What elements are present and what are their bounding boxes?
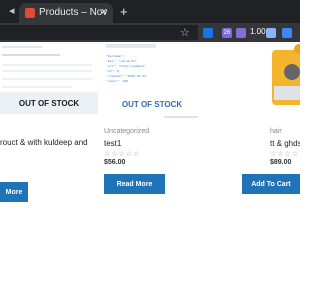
add-to-cart-button[interactable]: Add To Cart [242,174,300,194]
favicon-icon [25,8,35,18]
read-more-button[interactable]: Read More [104,174,165,194]
tab-close-icon[interactable]: × [101,6,107,18]
product-grid: OUT OF STOCK rouct & with kuldeep and Mo… [0,42,300,300]
product-price: $56.00 [104,159,126,166]
product-name[interactable]: test1 [104,139,121,148]
browser-tab[interactable]: Products – Nov × [19,3,113,23]
tab-title: Products – Nov [39,7,108,18]
read-more-button[interactable]: More [0,182,28,202]
product-image[interactable] [270,42,300,120]
extension-icon[interactable] [266,28,276,38]
extension-icon[interactable] [203,28,213,38]
rating-stars: ☆☆☆☆☆ [104,151,141,158]
new-tab-button[interactable]: + [120,4,128,19]
product-price: $89.00 [270,159,292,166]
rating-stars: ☆☆☆☆☆ [270,151,300,158]
extension-value: 1.00 [250,27,266,36]
address-bar[interactable] [0,25,198,40]
product-name[interactable]: rouct & with kuldeep and [0,138,88,147]
out-of-stock-label: OUT OF STOCK [18,99,80,108]
product-name[interactable]: tt & ghdsfsd [270,139,300,148]
tab-search-icon[interactable]: ◂ [9,4,15,17]
browser-toolbar: ☆ 26 1.00 [0,23,300,42]
extension-icon[interactable] [236,28,246,38]
product-category[interactable]: Uncategorized [104,128,149,135]
browser-tab-strip: ◂ Products – Nov × + [0,0,300,23]
product-image[interactable]: "$schema": "key": "value-01", "url": "ht… [104,42,200,120]
bookmark-star-icon[interactable]: ☆ [180,26,190,39]
out-of-stock-label: OUT OF STOCK [121,100,183,109]
extension-badge-icon[interactable]: 26 [222,28,232,38]
product-category[interactable]: hair [270,128,282,135]
extension-icon[interactable] [282,28,292,38]
product-image[interactable]: OUT OF STOCK [0,42,98,120]
